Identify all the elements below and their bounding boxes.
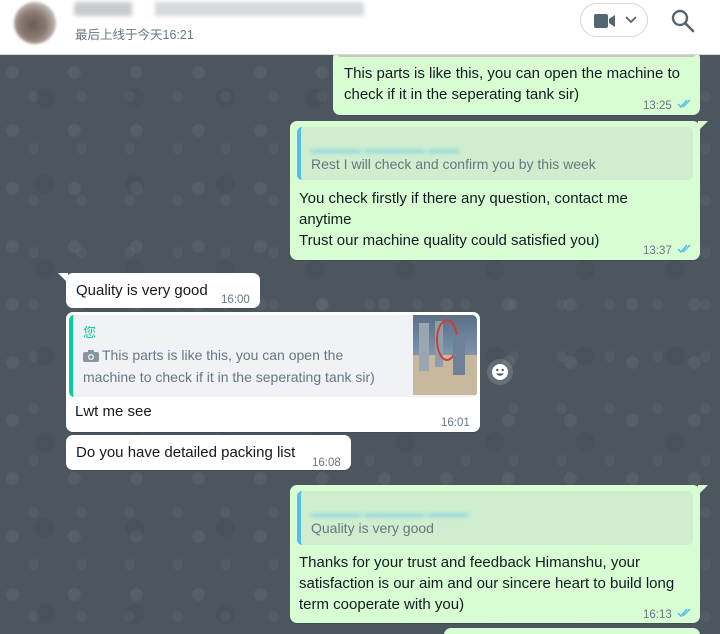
double-check-icon bbox=[677, 99, 691, 109]
message-text: term cooperate with you) bbox=[299, 596, 465, 613]
message-time: 16:00 bbox=[221, 294, 250, 306]
message-time: 16:08 bbox=[312, 457, 341, 469]
message-outgoing[interactable]: This parts is like this, you can open th… bbox=[333, 55, 700, 115]
quoted-text: This parts is like this, you can open th… bbox=[102, 347, 344, 363]
quoted-text: Rest I will check and confirm you by thi… bbox=[311, 156, 596, 172]
message-outgoing[interactable]: ▁▁▁▁▁ ▁▁▁▁▁▁ ▁▁▁▁ Quality is very good T… bbox=[290, 485, 708, 623]
message-outgoing[interactable]: ▁▁▁▁▁ ▁▁▁▁▁▁ ▁▁▁ Rest I will check and c… bbox=[290, 121, 708, 260]
message-text: anytime bbox=[299, 211, 352, 228]
double-check-icon bbox=[677, 608, 691, 618]
quoted-author-redacted: ▁▁▁▁▁ ▁▁▁▁▁▁ ▁▁▁ bbox=[311, 137, 459, 152]
quoted-message[interactable]: ▁▁▁▁▁ ▁▁▁▁▁▁ ▁▁▁▁ Quality is very good bbox=[297, 491, 693, 545]
message-incoming[interactable]: 您 This parts is like this, you can open … bbox=[66, 312, 480, 432]
video-call-button[interactable] bbox=[580, 3, 648, 37]
message-text: You check firstly if there any question,… bbox=[299, 190, 628, 207]
quoted-image-thumbnail bbox=[413, 315, 477, 395]
camera-icon bbox=[83, 350, 99, 362]
react-button[interactable] bbox=[487, 359, 513, 385]
bubble-tail bbox=[698, 485, 708, 495]
quoted-text: machine to check if it in the seperating… bbox=[83, 369, 375, 385]
quoted-author-redacted: ▁▁▁▁▁ ▁▁▁▁▁▁ ▁▁▁▁ bbox=[311, 501, 469, 516]
contact-avatar[interactable] bbox=[14, 2, 56, 44]
message-outgoing-partial[interactable] bbox=[444, 628, 700, 634]
double-check-icon bbox=[677, 244, 691, 254]
message-text: Quality is very good bbox=[76, 282, 208, 299]
message-time: 13:25 bbox=[643, 100, 672, 112]
quoted-message[interactable]: 您 This parts is like this, you can open … bbox=[69, 315, 477, 397]
message-time: 16:01 bbox=[441, 417, 470, 429]
message-text: This parts is like this, you can open th… bbox=[344, 65, 681, 82]
quoted-message[interactable]: ▁▁▁▁▁ ▁▁▁▁▁▁ ▁▁▁ Rest I will check and c… bbox=[297, 127, 693, 180]
chat-area[interactable]: This parts is like this, you can open th… bbox=[0, 55, 720, 634]
search-icon bbox=[671, 9, 695, 33]
message-text: Do you have detailed packing list bbox=[76, 444, 296, 461]
bubble-tail bbox=[698, 121, 708, 131]
message-text: Trust our machine quality could satisfie… bbox=[299, 232, 600, 249]
search-button[interactable] bbox=[670, 8, 696, 34]
quoted-text: Quality is very good bbox=[311, 520, 434, 536]
contact-name-redacted[interactable] bbox=[74, 2, 364, 16]
last-seen-status: 最后上线于今天16:21 bbox=[75, 28, 194, 42]
message-incoming[interactable]: Quality is very good 16:00 bbox=[58, 273, 260, 308]
chevron-down-icon bbox=[625, 16, 637, 24]
quoted-author: 您 bbox=[83, 325, 97, 340]
message-incoming[interactable]: Do you have detailed packing list 16:08 bbox=[66, 435, 351, 470]
message-time: 16:13 bbox=[643, 609, 672, 621]
message-text: Lwt me see bbox=[75, 403, 152, 420]
bubble-tail bbox=[58, 273, 68, 283]
chat-header: 最后上线于今天16:21 bbox=[0, 0, 720, 55]
message-text: Thanks for your trust and feedback Himan… bbox=[299, 554, 641, 571]
video-call-icon bbox=[594, 14, 615, 28]
message-text: satisfaction is our aim and our sincere … bbox=[299, 575, 675, 592]
smiley-icon bbox=[492, 364, 508, 380]
message-text: check if it in the seperating tank sir) bbox=[344, 86, 580, 103]
message-time: 13:37 bbox=[643, 245, 672, 257]
image-preview-edge bbox=[337, 55, 696, 57]
